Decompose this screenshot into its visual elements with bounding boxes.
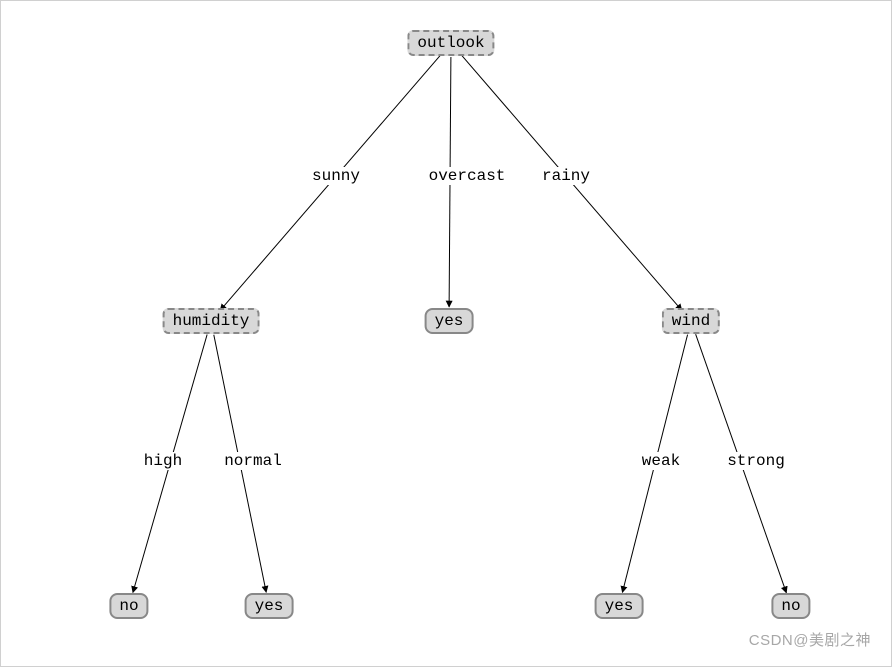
leaf-no-strong: no: [771, 593, 810, 619]
leaf-no-high: no: [109, 593, 148, 619]
watermark: CSDN@美剧之神: [749, 629, 871, 650]
node-label: outlook: [417, 34, 484, 52]
node-wind: wind: [662, 308, 720, 334]
edge-label-sunny: sunny: [310, 167, 362, 185]
node-label: yes: [435, 312, 464, 330]
edge-label-high: high: [142, 452, 184, 470]
edge-label-overcast: overcast: [427, 167, 508, 185]
leaf-yes-weak: yes: [595, 593, 644, 619]
edge-label-strong: strong: [725, 452, 787, 470]
node-label: no: [119, 597, 138, 615]
leaf-yes-normal: yes: [245, 593, 294, 619]
edge-label-normal: normal: [222, 452, 284, 470]
node-label: yes: [255, 597, 284, 615]
edge-label-rainy: rainy: [540, 167, 592, 185]
edge-label-weak: weak: [640, 452, 682, 470]
node-label: no: [781, 597, 800, 615]
node-label: yes: [605, 597, 634, 615]
node-label: humidity: [173, 312, 250, 330]
node-label: wind: [672, 312, 710, 330]
node-humidity: humidity: [163, 308, 260, 334]
edges-layer: [1, 1, 892, 667]
leaf-yes-overcast: yes: [425, 308, 474, 334]
node-outlook: outlook: [407, 30, 494, 56]
decision-tree-canvas: outlook humidity wind yes no yes yes no …: [0, 0, 892, 667]
